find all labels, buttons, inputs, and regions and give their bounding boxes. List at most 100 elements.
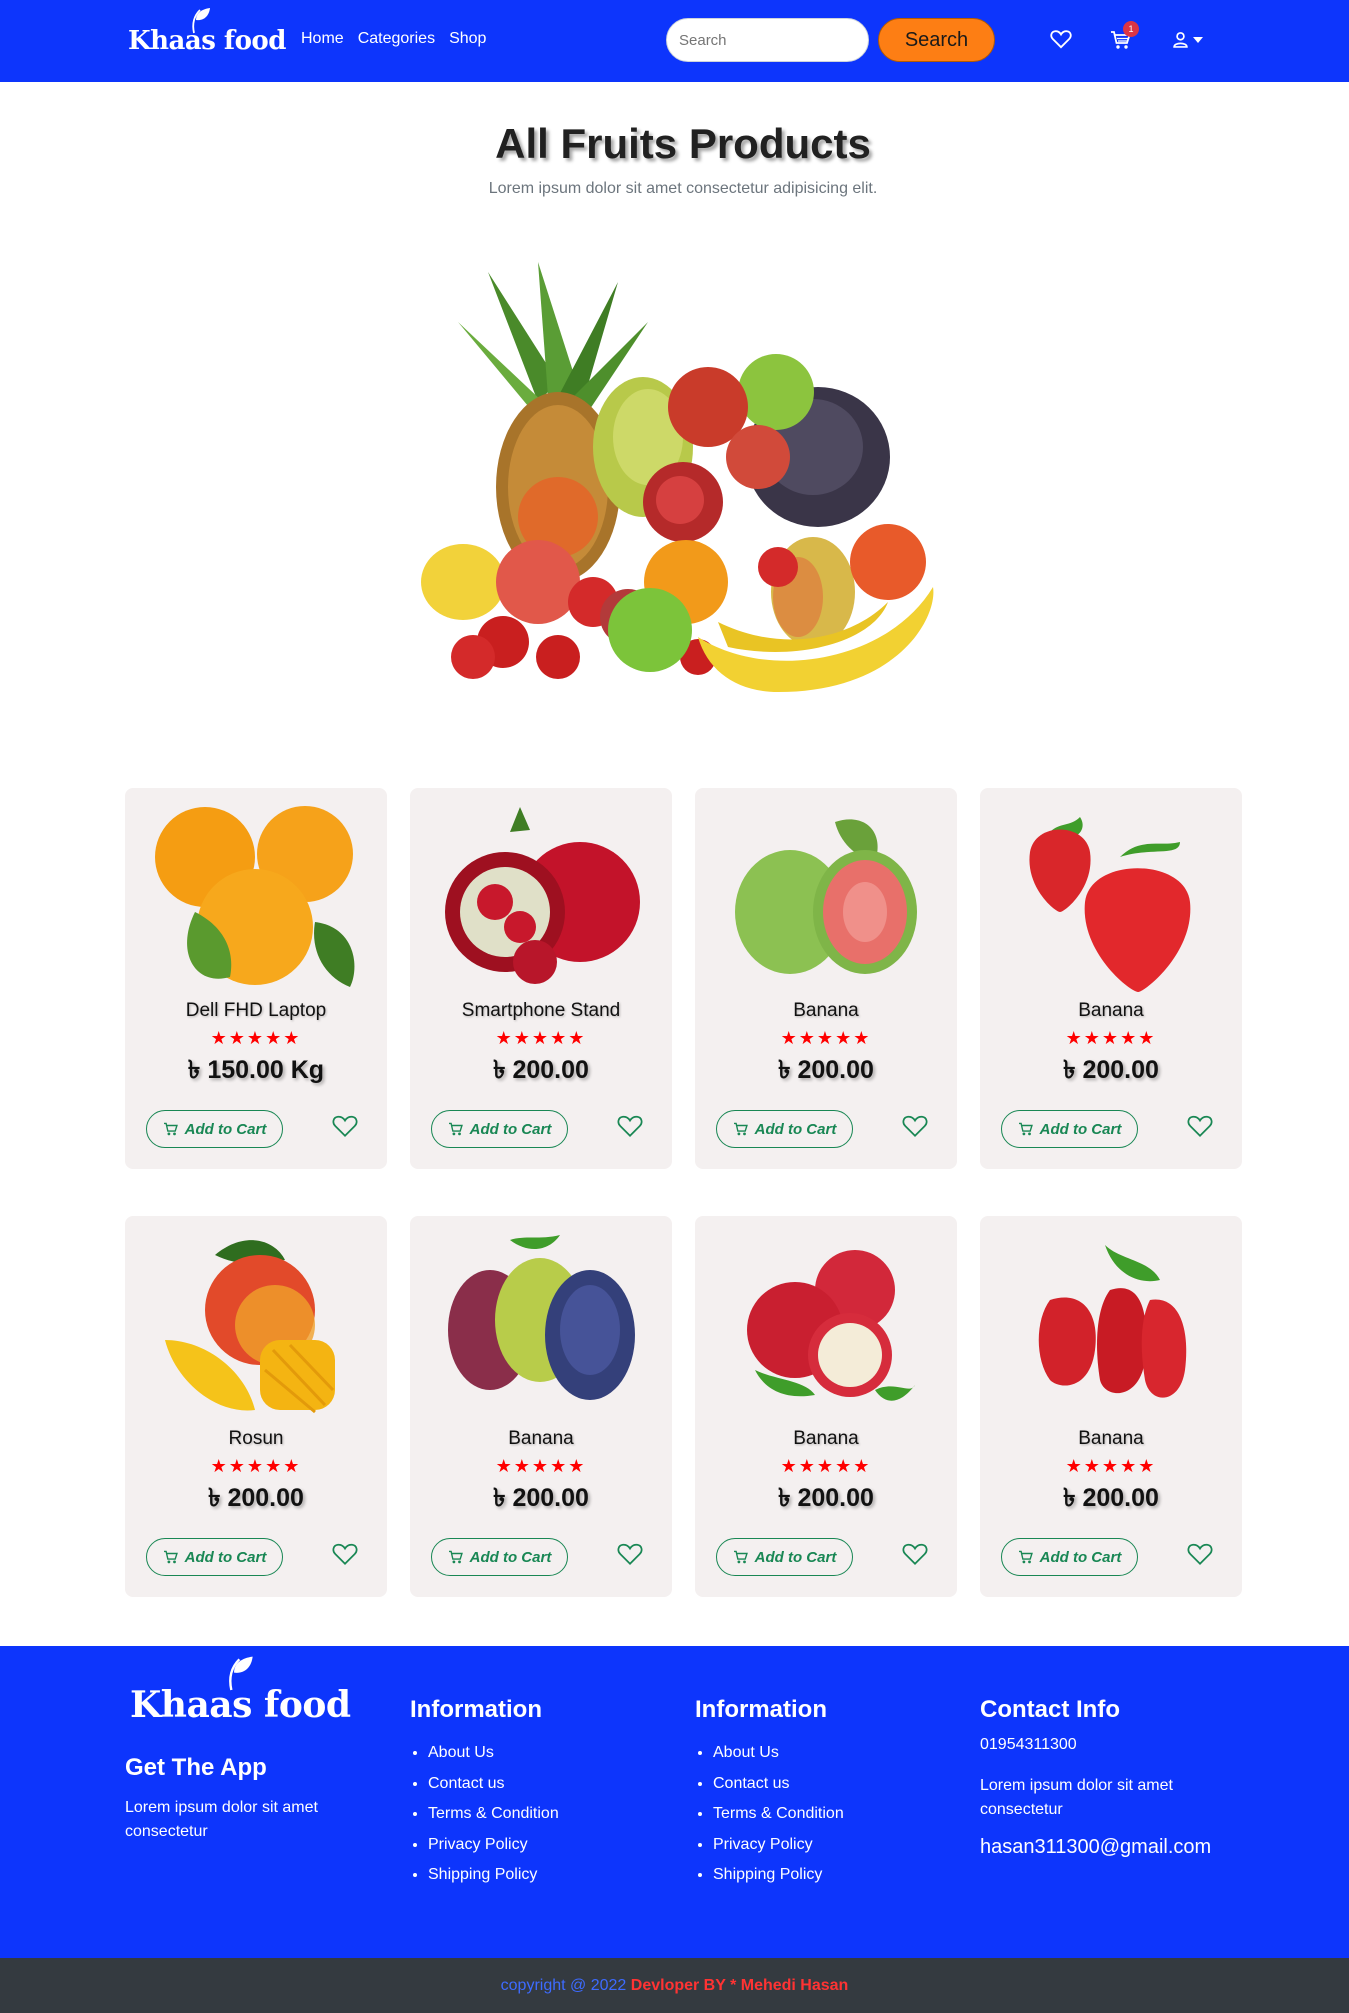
contact-heading: Contact Info — [980, 1696, 1120, 1723]
caret-down-icon — [1193, 36, 1203, 43]
cart-icon — [733, 1122, 748, 1136]
product-card[interactable]: Banana ★★★★★ ৳ 200.00 Add to Cart — [695, 1216, 957, 1597]
footer-link-item: Terms & Condition — [713, 1799, 844, 1830]
product-name: Dell FHD Laptop — [185, 1000, 327, 1021]
footer-link-contact-us[interactable]: Contact us — [713, 1775, 789, 1792]
product-rating: ★★★★★ — [210, 1028, 302, 1048]
add-to-cart-button[interactable]: Add to Cart — [716, 1538, 853, 1576]
page-title: All Fruits Products — [495, 120, 871, 167]
heart-icon[interactable] — [617, 1542, 643, 1566]
add-to-cart-button[interactable]: Add to Cart — [146, 1538, 283, 1576]
product-price: ৳ 200.00 — [778, 1484, 874, 1512]
footer-link-item: Shipping Policy — [713, 1860, 844, 1891]
footer-link-about-us[interactable]: About Us — [428, 1744, 494, 1761]
get-app-text: Lorem ipsum dolor sit amet consectetur — [125, 1799, 318, 1840]
product-name: Banana — [793, 1428, 859, 1449]
fruit-assortment-image — [421, 262, 934, 692]
footer-link-item: Terms & Condition — [428, 1799, 559, 1830]
cart-icon — [163, 1122, 178, 1136]
brand-logo[interactable]: Khaas food — [126, 8, 286, 58]
product-card[interactable]: Banana ★★★★★ ৳ 200.00 Add to Cart — [410, 1216, 672, 1597]
heart-icon[interactable] — [902, 1542, 928, 1566]
add-to-cart-button[interactable]: Add to Cart — [431, 1110, 568, 1148]
product-image-mango — [165, 1240, 335, 1414]
heart-icon[interactable] — [332, 1542, 358, 1566]
product-card[interactable]: Rosun ★★★★★ ৳ 200.00 Add to Cart — [125, 1216, 387, 1597]
nav-link-home[interactable]: Home — [301, 30, 344, 48]
product-price: ৳ 200.00 — [1063, 1484, 1159, 1512]
add-to-cart-button[interactable]: Add to Cart — [431, 1538, 568, 1576]
account-menu[interactable] — [1172, 31, 1203, 48]
footer-link-terms[interactable]: Terms & Condition — [713, 1805, 844, 1822]
heart-icon[interactable] — [1187, 1542, 1213, 1566]
product-image-rose-apples — [1038, 1245, 1187, 1398]
leaf-icon — [192, 8, 210, 34]
cart-count-badge: 1 — [1123, 21, 1139, 37]
heart-icon[interactable] — [1050, 29, 1072, 49]
navbar: Khaas food Home Categories Shop Search 1 — [0, 0, 1349, 82]
search-input[interactable] — [666, 18, 869, 62]
contact-phone: 01954311300 — [980, 1736, 1077, 1753]
product-rating: ★★★★★ — [780, 1028, 872, 1048]
get-app-heading: Get The App — [125, 1754, 267, 1781]
product-name: Banana — [508, 1428, 574, 1449]
developer-credit: Devloper BY * Mehedi Hasan — [630, 1977, 849, 1994]
product-price: ৳ 200.00 — [493, 1484, 589, 1512]
product-price: ৳ 150.00 Kg — [187, 1056, 325, 1084]
footer-link-item: Contact us — [713, 1769, 844, 1800]
product-rating: ★★★★★ — [495, 1456, 587, 1476]
heart-icon[interactable] — [1187, 1114, 1213, 1138]
heart-icon[interactable] — [902, 1114, 928, 1138]
copyright-text: copyright @ 2022 — [500, 1977, 627, 1994]
product-card[interactable]: Smartphone Stand ★★★★★ ৳ 200.00 Add to C… — [410, 788, 672, 1169]
info-heading: Information — [695, 1696, 827, 1723]
heart-icon[interactable] — [332, 1114, 358, 1138]
product-name: Smartphone Stand — [461, 1000, 621, 1021]
footer-brand-logo[interactable]: Khaas food — [126, 1656, 351, 1728]
add-to-cart-label: Add to Cart — [754, 1120, 837, 1138]
product-card[interactable]: Banana ★★★★★ ৳ 200.00 Add to Cart — [695, 788, 957, 1169]
info-links: About Us Contact us Terms & Condition Pr… — [695, 1738, 844, 1891]
footer-link-item: About Us — [713, 1738, 844, 1769]
product-name: Banana — [1078, 1428, 1144, 1449]
add-to-cart-label: Add to Cart — [754, 1548, 837, 1566]
footer-link-privacy[interactable]: Privacy Policy — [428, 1836, 528, 1853]
cart-icon — [1018, 1122, 1033, 1136]
product-rating: ★★★★★ — [1065, 1028, 1157, 1048]
footer-link-about-us[interactable]: About Us — [713, 1744, 779, 1761]
nav-link-shop[interactable]: Shop — [449, 30, 486, 48]
add-to-cart-button[interactable]: Add to Cart — [716, 1110, 853, 1148]
copyright-bar: copyright @ 2022 Devloper BY * Mehedi Ha… — [0, 1958, 1349, 2013]
footer-link-privacy[interactable]: Privacy Policy — [713, 1836, 813, 1853]
add-to-cart-button[interactable]: Add to Cart — [1001, 1538, 1138, 1576]
add-to-cart-button[interactable]: Add to Cart — [146, 1110, 283, 1148]
footer-link-shipping[interactable]: Shipping Policy — [713, 1866, 822, 1883]
product-card[interactable]: Banana ★★★★★ ৳ 200.00 Add to Cart — [980, 1216, 1242, 1597]
product-card[interactable]: Dell FHD Laptop ★★★★★ ৳ 150.00 Kg Add to… — [125, 788, 387, 1169]
footer-link-shipping[interactable]: Shipping Policy — [428, 1866, 537, 1883]
user-icon — [1173, 32, 1188, 48]
footer-link-item: Privacy Policy — [713, 1830, 844, 1861]
add-to-cart-label: Add to Cart — [1039, 1548, 1122, 1566]
product-card[interactable]: Banana ★★★★★ ৳ 200.00 Add to Cart — [980, 788, 1242, 1169]
footer-link-item: Shipping Policy — [428, 1860, 559, 1891]
heart-icon[interactable] — [617, 1114, 643, 1138]
nav-link-categories[interactable]: Categories — [358, 30, 435, 48]
cart-icon — [448, 1122, 463, 1136]
add-to-cart-button[interactable]: Add to Cart — [1001, 1110, 1138, 1148]
search-button[interactable]: Search — [878, 18, 995, 62]
product-image-guava — [735, 819, 917, 974]
footer-link-terms[interactable]: Terms & Condition — [428, 1805, 559, 1822]
add-to-cart-label: Add to Cart — [469, 1120, 552, 1138]
product-image-apples — [747, 1250, 915, 1401]
contact-email[interactable]: hasan311300@gmail.com — [980, 1836, 1211, 1859]
cart-icon — [733, 1550, 748, 1564]
contact-text: Lorem ipsum dolor sit amet consectetur — [980, 1777, 1173, 1818]
product-rating: ★★★★★ — [780, 1456, 872, 1476]
product-name: Banana — [793, 1000, 859, 1021]
info-links: About Us Contact us Terms & Condition Pr… — [410, 1738, 559, 1891]
footer-link-contact-us[interactable]: Contact us — [428, 1775, 504, 1792]
product-image-strawberries — [1029, 817, 1191, 992]
product-price: ৳ 200.00 — [493, 1056, 589, 1084]
cart-icon — [448, 1550, 463, 1564]
